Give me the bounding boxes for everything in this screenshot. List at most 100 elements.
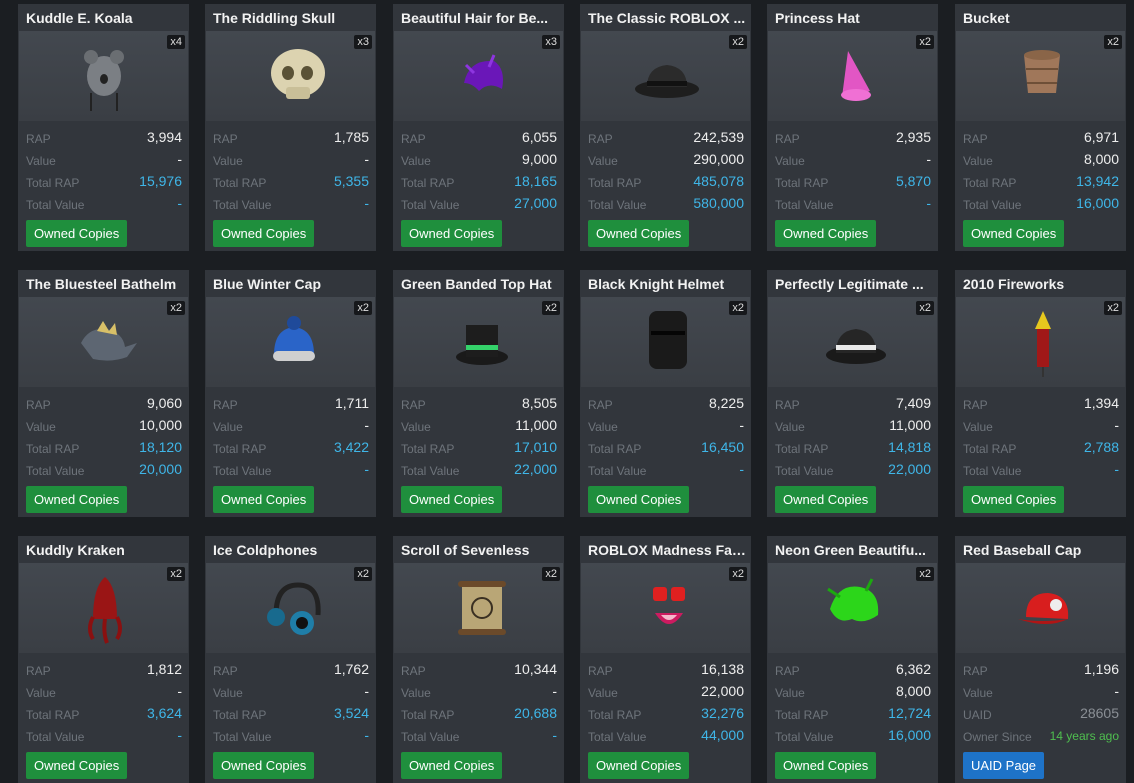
item-card[interactable]: Scroll of Sevenless x2 RAP 10,344 Value - Tota…: [393, 536, 564, 783]
item-card[interactable]: Kuddly Kraken x2 RAP 1,812 Value - Total RAP 3,…: [18, 536, 189, 783]
item-name[interactable]: Princess Hat: [775, 10, 933, 26]
total-rap-label: Total RAP: [775, 442, 829, 456]
owned-copies-button[interactable]: Owned Copies: [26, 752, 128, 779]
item-card[interactable]: Blue Winter Cap x2 RAP 1,711 Value - Total RAP…: [205, 270, 376, 517]
rap-label: RAP: [26, 664, 51, 678]
value-row: Value -: [213, 682, 369, 702]
owned-copies-button[interactable]: Owned Copies: [26, 486, 128, 513]
item-card[interactable]: Perfectly Legitimate ... x2 RAP 7,409 Value 1…: [767, 270, 938, 517]
item-card[interactable]: The Classic ROBLOX ... x2 RAP 242,539 Value 2…: [580, 4, 751, 251]
item-thumbnail[interactable]: x2: [768, 31, 937, 121]
total-rap-label: Total RAP: [588, 176, 642, 190]
item-name[interactable]: The Classic ROBLOX ...: [588, 10, 746, 26]
item-name[interactable]: Bucket: [963, 10, 1121, 26]
uaid-page-button[interactable]: UAID Page: [963, 752, 1045, 779]
total-value-value: -: [739, 461, 744, 477]
item-card[interactable]: ROBLOX Madness Face x2 RAP 16,138 Value 22,00…: [580, 536, 751, 783]
item-thumbnail[interactable]: x2: [581, 563, 750, 653]
value-value: -: [177, 683, 182, 699]
owned-copies-button[interactable]: Owned Copies: [26, 220, 128, 247]
item-thumbnail[interactable]: x2: [768, 563, 937, 653]
total-value-value: -: [177, 727, 182, 743]
item-card[interactable]: Red Baseball Cap RAP 1,196 Value - UAID 28605 O…: [955, 536, 1126, 783]
item-name[interactable]: Perfectly Legitimate ...: [775, 276, 933, 292]
item-name[interactable]: Black Knight Helmet: [588, 276, 746, 292]
item-name[interactable]: Beautiful Hair for Be...: [401, 10, 559, 26]
value-label: Value: [775, 420, 805, 434]
item-card[interactable]: The Riddling Skull x3 RAP 1,785 Value - Total …: [205, 4, 376, 251]
owned-copies-button[interactable]: Owned Copies: [775, 486, 877, 513]
item-card[interactable]: Neon Green Beautifu... x2 RAP 6,362 Value 8,0…: [767, 536, 938, 783]
total-rap-label: Total RAP: [401, 708, 455, 722]
item-card[interactable]: Black Knight Helmet x2 RAP 8,225 Value - Total…: [580, 270, 751, 517]
item-card[interactable]: 2010 Fireworks x2 RAP 1,394 Value - Total RAP 2…: [955, 270, 1126, 517]
item-name[interactable]: Kuddle E. Koala: [26, 10, 184, 26]
owned-copies-button[interactable]: Owned Copies: [401, 220, 503, 247]
total-rap-value: 12,724: [888, 705, 931, 721]
item-card[interactable]: Beautiful Hair for Be... x3 RAP 6,055 Value 9…: [393, 4, 564, 251]
rap-value: 1,196: [1083, 661, 1119, 677]
owned-copies-button[interactable]: Owned Copies: [588, 752, 690, 779]
total-rap-label: Total RAP: [775, 708, 829, 722]
value-value: 10,000: [139, 417, 182, 433]
item-card[interactable]: Green Banded Top Hat x2 RAP 8,505 Value 11,00…: [393, 270, 564, 517]
value-row: Value 8,000: [963, 150, 1119, 170]
item-name[interactable]: 2010 Fireworks: [963, 276, 1121, 292]
item-thumbnail[interactable]: x2: [581, 297, 750, 387]
item-thumbnail[interactable]: x3: [206, 31, 375, 121]
item-thumbnail[interactable]: x2: [581, 31, 750, 121]
rap-value: 6,055: [521, 129, 557, 145]
owned-copies-button[interactable]: Owned Copies: [588, 486, 690, 513]
item-thumbnail[interactable]: x2: [768, 297, 937, 387]
total-value-label: Total Value: [775, 198, 834, 212]
item-thumbnail[interactable]: x2: [206, 297, 375, 387]
item-name[interactable]: Red Baseball Cap: [963, 542, 1121, 558]
item-card[interactable]: Princess Hat x2 RAP 2,935 Value - Total RAP 5,8…: [767, 4, 938, 251]
item-thumbnail[interactable]: x2: [19, 297, 188, 387]
item-thumbnail[interactable]: x2: [206, 563, 375, 653]
rap-label: RAP: [26, 132, 51, 146]
item-thumbnail[interactable]: x2: [956, 31, 1125, 121]
owned-copies-button[interactable]: Owned Copies: [775, 220, 877, 247]
item-card[interactable]: The Bluesteel Bathelm x2 RAP 9,060 Value 10,0…: [18, 270, 189, 517]
total-value-value: 16,000: [888, 727, 931, 743]
owned-copies-button[interactable]: Owned Copies: [588, 220, 690, 247]
owned-copies-button[interactable]: Owned Copies: [213, 220, 315, 247]
total-rap-label: Total RAP: [401, 442, 455, 456]
item-card[interactable]: Bucket x2 RAP 6,971 Value 8,000 Total RAP 13,94…: [955, 4, 1126, 251]
total-value-row: Total Value -: [213, 460, 369, 480]
owned-copies-button[interactable]: Owned Copies: [963, 486, 1065, 513]
total-rap-value: 3,624: [146, 705, 182, 721]
item-name[interactable]: Blue Winter Cap: [213, 276, 371, 292]
value-row: Value -: [213, 416, 369, 436]
total-rap-value: 485,078: [693, 173, 744, 189]
owned-copies-button[interactable]: Owned Copies: [775, 752, 877, 779]
rap-value: 242,539: [693, 129, 744, 145]
owned-copies-button[interactable]: Owned Copies: [963, 220, 1065, 247]
item-name[interactable]: Green Banded Top Hat: [401, 276, 559, 292]
item-thumbnail[interactable]: x4: [19, 31, 188, 121]
item-name[interactable]: The Bluesteel Bathelm: [26, 276, 184, 292]
item-thumbnail[interactable]: x2: [394, 563, 563, 653]
item-thumbnail[interactable]: [956, 563, 1125, 653]
item-thumbnail[interactable]: x3: [394, 31, 563, 121]
item-name[interactable]: Ice Coldphones: [213, 542, 371, 558]
inventory-grid: Kuddle E. Koala x4 RAP 3,994 Value - Total RAP…: [0, 0, 1134, 783]
value-label: Value: [213, 686, 243, 700]
item-card[interactable]: Ice Coldphones x2 RAP 1,762 Value - Total RAP 3…: [205, 536, 376, 783]
owned-copies-button[interactable]: Owned Copies: [401, 752, 503, 779]
value-value: 22,000: [701, 683, 744, 699]
item-name[interactable]: ROBLOX Madness Face: [588, 542, 746, 558]
item-thumbnail[interactable]: x2: [956, 297, 1125, 387]
item-card[interactable]: Kuddle E. Koala x4 RAP 3,994 Value - Total RAP…: [18, 4, 189, 251]
item-name[interactable]: Scroll of Sevenless: [401, 542, 559, 558]
owned-copies-button[interactable]: Owned Copies: [213, 486, 315, 513]
item-name[interactable]: The Riddling Skull: [213, 10, 371, 26]
copy-count-badge: x2: [916, 567, 934, 581]
owned-copies-button[interactable]: Owned Copies: [401, 486, 503, 513]
item-thumbnail[interactable]: x2: [394, 297, 563, 387]
item-thumbnail[interactable]: x2: [19, 563, 188, 653]
item-name[interactable]: Neon Green Beautifu...: [775, 542, 933, 558]
owned-copies-button[interactable]: Owned Copies: [213, 752, 315, 779]
item-name[interactable]: Kuddly Kraken: [26, 542, 184, 558]
